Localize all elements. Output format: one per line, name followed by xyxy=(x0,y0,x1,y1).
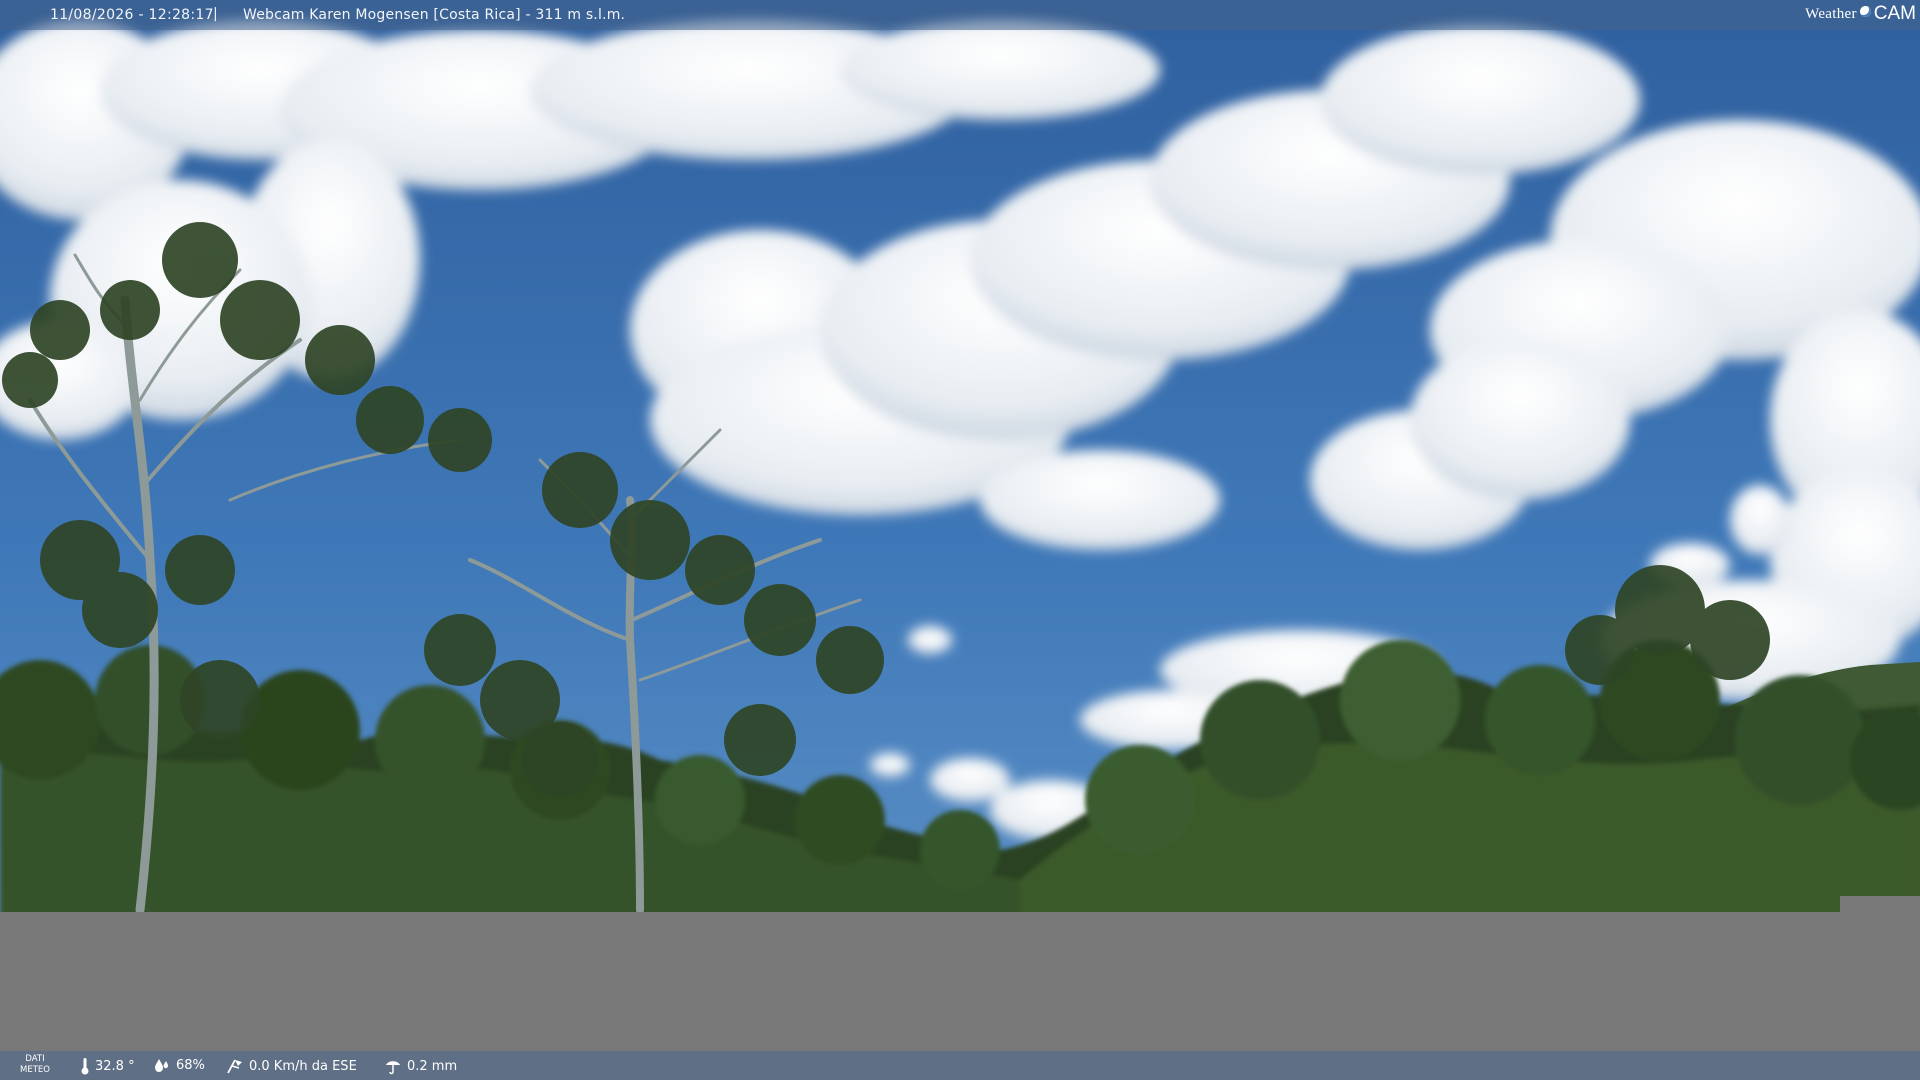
header-bar: 11/08/2026 - 12:28:17 | Webcam Karen Mog… xyxy=(0,0,1920,30)
timestamp: 11/08/2026 - 12:28:17 xyxy=(50,7,214,23)
humidity-icon xyxy=(155,1059,168,1072)
dati-meteo-label: DATI METEO xyxy=(20,1054,50,1076)
rain-reading: 0.2 mm xyxy=(384,1057,457,1075)
thermometer-icon xyxy=(81,1058,89,1075)
webcam-frame: 11/08/2026 - 12:28:17 | Webcam Karen Mog… xyxy=(0,0,1920,1080)
grey-overlay-band xyxy=(0,912,1920,1051)
webcam-title: Webcam Karen Mogensen [Costa Rica] - 311… xyxy=(243,7,626,23)
grey-overlay-notch xyxy=(1840,896,1920,916)
weathercam-logo: Weather CAM xyxy=(1805,3,1916,25)
wind-icon xyxy=(227,1059,242,1074)
temperature-value: 32.8 ° xyxy=(95,1058,135,1074)
weather-data-bar: DATI METEO 32.8 ° 68% 0.0 Km/h da ESE 0.… xyxy=(0,1051,1920,1080)
logo-word: Weather xyxy=(1805,5,1857,22)
temperature-reading: 32.8 ° xyxy=(80,1057,135,1075)
logo-cam: CAM xyxy=(1873,3,1916,24)
logo-dot-icon xyxy=(1859,5,1871,17)
rain-value: 0.2 mm xyxy=(407,1058,458,1074)
meteo-label: METEO xyxy=(20,1065,50,1075)
humidity-reading: 68% xyxy=(153,1057,205,1073)
humidity-value: 68% xyxy=(176,1057,205,1073)
wind-value: 0.0 Km/h da ESE xyxy=(249,1058,357,1074)
rain-icon xyxy=(386,1061,400,1075)
wind-reading: 0.0 Km/h da ESE xyxy=(226,1057,357,1075)
dati-label: DATI xyxy=(25,1054,45,1064)
header-separator: | xyxy=(213,6,218,22)
